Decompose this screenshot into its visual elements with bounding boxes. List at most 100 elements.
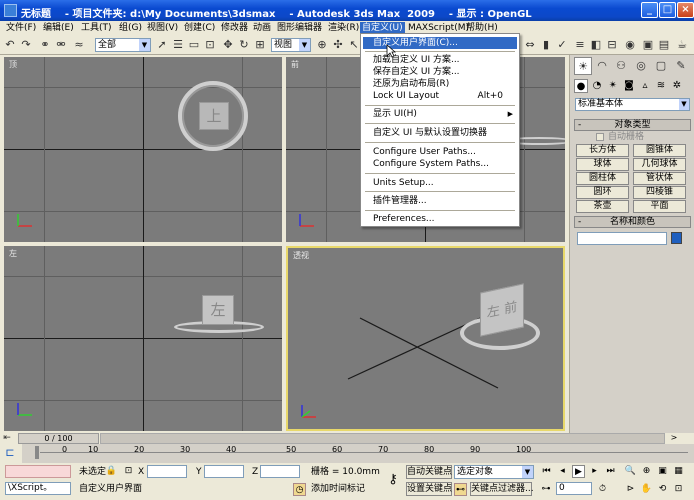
redo-icon[interactable]: ↷ [19,37,33,52]
ui-defaults-switcher-item[interactable]: 自定义 UI 与默认设置切换器 [363,127,517,139]
viewport-left[interactable]: 左 左 [4,246,282,431]
open-mini-curve-editor-icon[interactable]: ⊏ [3,446,17,460]
viewcube[interactable]: 左 [202,295,234,325]
name-color-rollout-header[interactable]: - 名称和颜色 [574,216,691,228]
menu-views[interactable]: 视图(V) [145,22,180,34]
field-of-view-icon[interactable]: ⊳ [624,483,637,496]
show-ui-item[interactable]: 显示 UI(H) ▶ [363,108,517,120]
mirror-icon[interactable]: ▮ [539,37,553,52]
x-coordinate-field[interactable] [147,465,187,478]
cylinder-button[interactable]: 圆柱体 [576,172,629,185]
save-ui-scheme-item[interactable]: 保存自定义 UI 方案... [363,66,517,78]
select-object-icon[interactable]: ➚ [155,37,169,52]
maxscript-mini-listener[interactable] [5,465,71,478]
display-tab-icon[interactable]: ▢ [652,57,670,75]
zoom-icon[interactable]: 🔍 [624,465,637,478]
selection-region-icon[interactable]: ▭ [187,37,201,52]
menu-group[interactable]: 组(G) [117,22,144,34]
select-link-icon[interactable]: ⚭ [38,37,52,52]
preferences-item[interactable]: Preferences... [363,213,517,225]
z-coordinate-field[interactable] [260,465,300,478]
menu-graph-editors[interactable]: 图形编辑器 [275,22,324,34]
lock-icon[interactable]: 🔒 [105,465,118,478]
menu-file[interactable]: 文件(F) [4,22,38,34]
configure-user-paths-item[interactable]: Configure User Paths... [363,146,517,158]
y-coordinate-field[interactable] [204,465,244,478]
cone-button[interactable]: 圆锥体 [633,144,686,157]
shapes-icon[interactable]: ◔ [590,79,604,93]
plane-button[interactable]: 平面 [633,200,686,213]
menu-edit[interactable]: 编辑(E) [41,22,76,34]
select-manipulate-icon[interactable]: ✣ [331,37,345,52]
window-crossing-icon[interactable]: ⊡ [203,37,217,52]
pan-icon[interactable]: ✋ [640,483,653,496]
geosphere-button[interactable]: 几何球体 [633,158,686,171]
key-mode-dropdown[interactable]: 选定对象 ▼ [454,465,534,479]
zoom-extents-icon[interactable]: ▣ [656,465,669,478]
undo-icon[interactable]: ↶ [3,37,17,52]
menu-tools[interactable]: 工具(T) [79,22,114,34]
revert-startup-layout-item[interactable]: 还原为启动布局(R) [363,78,517,90]
curve-editor-icon[interactable]: ◧ [589,37,603,52]
unlink-icon[interactable]: ⚮ [54,37,68,52]
menu-rendering[interactable]: 渲染(R) [326,22,361,34]
object-name-input[interactable] [577,232,667,245]
lights-icon[interactable]: ✴ [606,79,620,93]
modify-tab-icon[interactable]: ◠ [593,57,611,75]
selection-filter-dropdown[interactable]: 全部 ▼ [95,38,151,52]
maximize-viewport-icon[interactable]: ⊡ [672,483,685,496]
play-icon[interactable]: ▶ [572,465,585,478]
rotate-icon[interactable]: ↻ [237,37,251,52]
teapot-button[interactable]: 茶壶 [576,200,629,213]
utilities-tab-icon[interactable]: ✎ [672,57,690,75]
move-icon[interactable]: ✥ [221,37,235,52]
pivot-center-icon[interactable]: ⊕ [315,37,329,52]
bind-space-warp-icon[interactable]: ≈ [72,37,86,52]
next-frame-icon[interactable]: ▸ [588,465,601,478]
reference-coord-dropdown[interactable]: 视图 ▼ [271,38,311,52]
time-slider-next-icon[interactable]: > [667,433,681,444]
add-time-tag[interactable]: 添加时间标记 [311,483,365,495]
menu-create[interactable]: 创建(C) [182,22,217,34]
motion-tab-icon[interactable]: ◎ [632,57,650,75]
align-icon[interactable]: ✓ [555,37,569,52]
viewport-label[interactable]: 顶 [9,59,17,70]
viewport-perspective[interactable]: 透视 左 前 [286,246,565,431]
viewcube[interactable]: 左 前 [480,283,524,337]
key-filter-toggle-icon[interactable]: ⊷ [454,483,467,496]
menu-animation[interactable]: 动画 [251,22,273,34]
menu-modifiers[interactable]: 修改器 [219,22,250,34]
lock-ui-layout-item[interactable]: Lock UI Layout Alt+0 [363,90,517,102]
systems-icon[interactable]: ✲ [670,79,684,93]
scale-icon[interactable]: ⊞ [253,37,267,52]
close-button[interactable]: × [677,2,694,18]
zoom-extents-all-icon[interactable]: ▦ [672,465,685,478]
track-bar[interactable]: ⊏ 0 10 20 30 40 50 60 70 80 90 100 [0,444,694,463]
minimize-button[interactable]: _ [641,2,658,18]
object-type-rollout-header[interactable]: - 对象类型 [574,119,691,131]
select-by-name-icon[interactable]: ☰ [171,37,185,52]
autogrid-checkbox[interactable] [596,133,604,141]
time-slider-thumb[interactable]: 0 / 100 [18,433,99,444]
sphere-button[interactable]: 球体 [576,158,629,171]
schematic-view-icon[interactable]: ⊟ [605,37,619,52]
key-icon[interactable]: ⚷ [382,473,404,486]
key-filters-button[interactable]: 关键点过滤器... [470,482,534,496]
mini-curve-editor-icon[interactable]: ⇤ [1,433,13,444]
time-slider-track[interactable] [100,433,665,444]
quick-render-icon[interactable]: ☕ [675,37,689,52]
set-key-button[interactable]: 设置关键点 [406,482,452,496]
named-selection-icon[interactable]: ⇔ [523,37,537,52]
configure-system-paths-item[interactable]: Configure System Paths... [363,158,517,170]
torus-button[interactable]: 圆环 [576,186,629,199]
render-frame-icon[interactable]: ▤ [657,37,671,52]
cameras-icon[interactable]: ◙ [622,79,636,93]
material-editor-icon[interactable]: ◉ [623,37,637,52]
go-to-start-icon[interactable]: ⏮ [540,465,553,478]
pyramid-button[interactable]: 四棱锥 [633,186,686,199]
maximize-button[interactable]: □ [659,2,676,18]
time-config-icon[interactable]: ⏱ [596,483,609,496]
zoom-all-icon[interactable]: ⊕ [640,465,653,478]
space-warps-icon[interactable]: ≋ [654,79,668,93]
time-slider[interactable]: ⇤ 0 / 100 > [0,433,694,444]
